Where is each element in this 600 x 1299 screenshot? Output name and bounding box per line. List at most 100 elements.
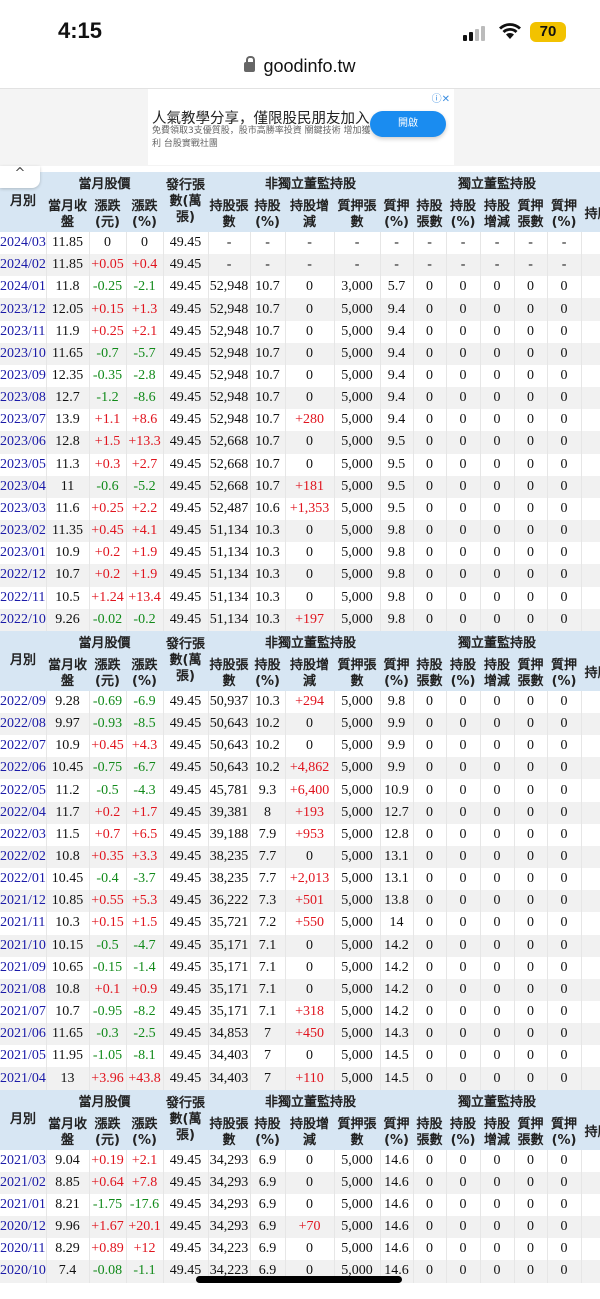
table-cell: 10.7 (250, 276, 286, 299)
group-header-price: 當月股價 (46, 630, 164, 657)
month-link[interactable]: 2021/08 (0, 978, 47, 1001)
month-link[interactable]: 2023/03 (0, 497, 47, 521)
month-link[interactable]: 2021/09 (0, 956, 47, 979)
table-cell: 0 (413, 276, 447, 299)
month-link[interactable]: 2022/03 (0, 823, 47, 846)
table-cell: 49.45 (163, 298, 209, 321)
month-link[interactable]: 2024/01 (0, 276, 47, 299)
table-cell: 52,948 (208, 364, 251, 388)
table-cell: 0 (514, 453, 548, 476)
table-cell: 0 (514, 1238, 548, 1261)
table-cell: 34, (581, 1193, 600, 1217)
month-link[interactable]: 2020/11 (0, 1238, 47, 1261)
month-link[interactable]: 2021/12 (0, 890, 47, 913)
table-cell: 49.45 (163, 845, 209, 869)
month-link[interactable]: 2022/04 (0, 801, 47, 824)
table-cell: 49.45 (163, 1149, 209, 1172)
table-cell: 0 (413, 1045, 447, 1068)
table-cell: 34, (581, 1149, 600, 1172)
month-link[interactable]: 2021/02 (0, 1171, 47, 1194)
month-link[interactable]: 2022/11 (0, 586, 47, 609)
month-link[interactable]: 2022/06 (0, 757, 47, 780)
table-cell: 0 (285, 276, 335, 299)
month-link[interactable]: 2020/12 (0, 1216, 47, 1239)
month-link[interactable]: 2023/06 (0, 431, 47, 454)
lock-icon (244, 56, 256, 72)
month-link[interactable]: 2020/10 (0, 1260, 47, 1283)
table-cell: -0.75 (89, 757, 127, 780)
month-link[interactable]: 2022/01 (0, 868, 47, 891)
table-cell: +0.89 (89, 1238, 127, 1261)
table-cell: 52, (581, 497, 600, 521)
table-cell: - (380, 232, 414, 255)
table-cell: 0 (547, 453, 582, 476)
month-link[interactable]: 2023/05 (0, 453, 47, 476)
col-header: 當月收盤 (46, 198, 89, 232)
table-cell: 11.5 (46, 823, 90, 846)
month-link[interactable]: 2022/10 (0, 608, 47, 631)
table-cell: 49.45 (163, 868, 209, 891)
month-link[interactable]: 2023/12 (0, 298, 47, 321)
table-cell: 0 (446, 586, 481, 609)
month-link[interactable]: 2021/06 (0, 1023, 47, 1046)
month-link[interactable]: 2024/02 (0, 254, 47, 277)
month-link[interactable]: 2023/07 (0, 409, 47, 432)
month-link[interactable]: 2023/09 (0, 364, 47, 388)
month-link[interactable]: 2023/02 (0, 520, 47, 543)
table-cell: 0 (514, 342, 548, 365)
month-link[interactable]: 2022/09 (0, 690, 47, 713)
table-cell: - (413, 254, 447, 277)
table-row: 2023/06 12.8 +1.5 +13.3 49.45 52,668 10.7 0 5,00… (0, 431, 600, 454)
table-row: 2020/12 9.96 +1.67 +20.1 49.45 34,293 6.9 +70 5,… (0, 1216, 600, 1239)
table-cell: 39,381 (208, 801, 251, 824)
table-cell: 0 (446, 1045, 481, 1068)
table-cell: 6.9 (250, 1149, 286, 1172)
table-row: 2021/02 8.85 +0.64 +7.8 49.45 34,293 6.9 0 5,000… (0, 1171, 600, 1194)
table-cell: 0 (446, 542, 481, 565)
month-link[interactable]: 2021/03 (0, 1149, 47, 1172)
address-bar[interactable]: goodinfo.tw (0, 56, 600, 77)
table-cell: 0 (446, 868, 481, 891)
table-cell: 0 (514, 1067, 548, 1090)
table-cell: 10.45 (46, 757, 90, 780)
month-link[interactable]: 2024/03 (0, 232, 47, 255)
month-link[interactable]: 2022/02 (0, 845, 47, 869)
month-link[interactable]: 2023/01 (0, 542, 47, 565)
group-header-price: 當月股價 (46, 1089, 164, 1116)
ad-card[interactable]: ⓘ✕ 人氣教學分享，僅限股民朋友加入 免費領取3支優質股，股市高勝率投資 關鍵技… (148, 89, 454, 165)
col-header-issued: 發行張數(萬張) (163, 630, 209, 691)
month-link[interactable]: 2021/07 (0, 1001, 47, 1024)
month-link[interactable]: 2021/01 (0, 1193, 47, 1217)
month-link[interactable]: 2023/04 (0, 475, 47, 498)
table-cell: 0 (514, 520, 548, 543)
table-cell: 39, (581, 823, 600, 846)
month-link[interactable]: 2022/12 (0, 564, 47, 587)
table-cell: 49.45 (163, 1216, 209, 1239)
table-cell: 0 (514, 823, 548, 846)
month-link[interactable]: 2021/05 (0, 1045, 47, 1068)
collapse-up-icon[interactable]: ^ (0, 166, 40, 188)
table-cell: +1.1 (89, 409, 127, 432)
table-cell: 0 (514, 1260, 548, 1283)
month-link[interactable]: 2021/10 (0, 934, 47, 957)
month-link[interactable]: 2022/08 (0, 712, 47, 736)
month-link[interactable]: 2022/05 (0, 779, 47, 802)
table-cell: 49.45 (163, 956, 209, 979)
table-cell: 52, (581, 409, 600, 432)
shareholding-table-container[interactable]: 月別 當月股價 發行張數(萬張) 非獨立董監持股 獨立董監持股 當月收盤 漲跌(元) 漲跌(%… (0, 172, 600, 1299)
month-link[interactable]: 2023/11 (0, 320, 47, 343)
table-cell: 11.35 (46, 520, 90, 543)
ad-open-button[interactable]: 開啟 (370, 111, 446, 137)
ad-close-icon[interactable]: ⓘ✕ (432, 90, 450, 105)
table-cell: -0.93 (89, 712, 127, 736)
month-link[interactable]: 2023/08 (0, 387, 47, 410)
month-link[interactable]: 2021/04 (0, 1067, 47, 1090)
table-cell: +294 (285, 690, 335, 713)
table-cell: - (480, 254, 515, 277)
table-cell: - (208, 254, 251, 277)
table-cell: 38, (581, 868, 600, 891)
month-link[interactable]: 2021/11 (0, 912, 47, 935)
table-cell: 34, (581, 1023, 600, 1046)
month-link[interactable]: 2023/10 (0, 342, 47, 365)
month-link[interactable]: 2022/07 (0, 735, 47, 758)
